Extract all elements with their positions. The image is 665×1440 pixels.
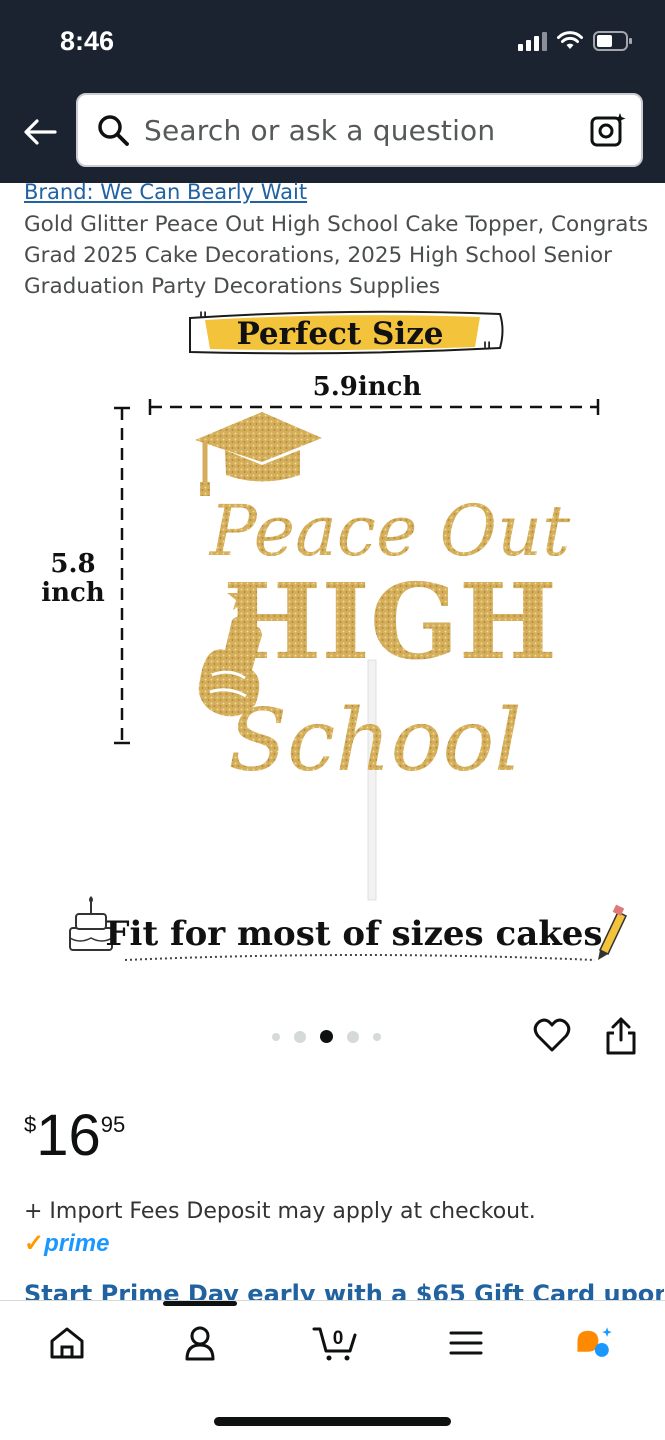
- back-button[interactable]: [20, 112, 60, 152]
- search-input[interactable]: Search or ask a question: [76, 93, 643, 167]
- svg-text:": ": [198, 309, 208, 334]
- prime-check-icon: ✓: [24, 1230, 45, 1257]
- heart-icon[interactable]: [533, 1017, 571, 1055]
- product-title: Gold Glitter Peace Out High School Cake …: [24, 212, 649, 299]
- cart-icon: 0: [312, 1327, 357, 1361]
- price-whole: 16: [36, 1103, 101, 1168]
- top-bar: 8:46 Search or ask a question: [0, 0, 665, 183]
- status-icons: [518, 30, 633, 52]
- search-placeholder: Search or ask a question: [144, 113, 496, 147]
- nav-rufus[interactable]: [574, 1323, 614, 1363]
- cellular-signal-icon: [518, 31, 547, 51]
- cart-count: 0: [333, 1328, 344, 1349]
- height-label-number: 5.8: [50, 549, 95, 579]
- peace-hand-icon: [198, 616, 262, 717]
- wifi-icon: [557, 31, 583, 49]
- account-icon: [185, 1326, 215, 1361]
- price-symbol: $: [24, 1112, 37, 1137]
- nav-home[interactable]: [47, 1323, 87, 1363]
- back-arrow-icon: [24, 119, 57, 145]
- import-fees-note: + Import Fees Deposit may apply at check…: [24, 1199, 536, 1224]
- prime-word: prime: [44, 1230, 110, 1257]
- home-icon: [50, 1327, 84, 1359]
- menu-icon: [449, 1331, 483, 1355]
- carousel-dot[interactable]: [272, 1032, 280, 1041]
- graduation-cap-icon: [195, 412, 322, 496]
- bottom-nav: 0: [0, 1300, 665, 1440]
- status-time: 8:46: [60, 26, 115, 56]
- carousel-dot[interactable]: [347, 1030, 359, 1043]
- fit-caption: Fit for most of sizes cakes: [105, 914, 602, 954]
- carousel-dot[interactable]: [373, 1032, 381, 1041]
- carousel-dot[interactable]: [294, 1030, 306, 1043]
- carousel-dots[interactable]: [272, 1030, 381, 1043]
- nav-active-indicator: [163, 1301, 237, 1306]
- carousel-dot-active[interactable]: [320, 1030, 333, 1043]
- share-icon[interactable]: [603, 1016, 639, 1056]
- home-indicator: [214, 1417, 451, 1426]
- width-label: 5.9inch: [313, 372, 422, 402]
- brand-link[interactable]: Brand: We Can Bearly Wait: [24, 180, 307, 204]
- caption-underline: [124, 954, 596, 961]
- height-label-unit: inch: [41, 578, 105, 608]
- nav-account[interactable]: [180, 1323, 220, 1363]
- topper-high: HIGH: [223, 560, 557, 683]
- nav-menu[interactable]: [446, 1323, 486, 1363]
- price: $ 16 95: [24, 1100, 125, 1172]
- price-fraction: 95: [100, 1112, 126, 1137]
- perfect-size-banner: " " Perfect Size: [189, 309, 504, 364]
- perfect-size-text: Perfect Size: [236, 316, 443, 352]
- search-icon: [98, 115, 129, 146]
- topper-school: School: [228, 691, 522, 791]
- product-image[interactable]: " " Perfect Size 5.9inch 5.8 inch Peace …: [0, 300, 665, 1000]
- rufus-icon: [577, 1327, 612, 1357]
- battery-icon: [593, 31, 632, 51]
- prime-logo: ✓ prime: [24, 1229, 109, 1258]
- nav-cart[interactable]: 0: [312, 1323, 358, 1363]
- svg-text:": ": [482, 339, 492, 364]
- camera-search-icon[interactable]: [589, 111, 627, 149]
